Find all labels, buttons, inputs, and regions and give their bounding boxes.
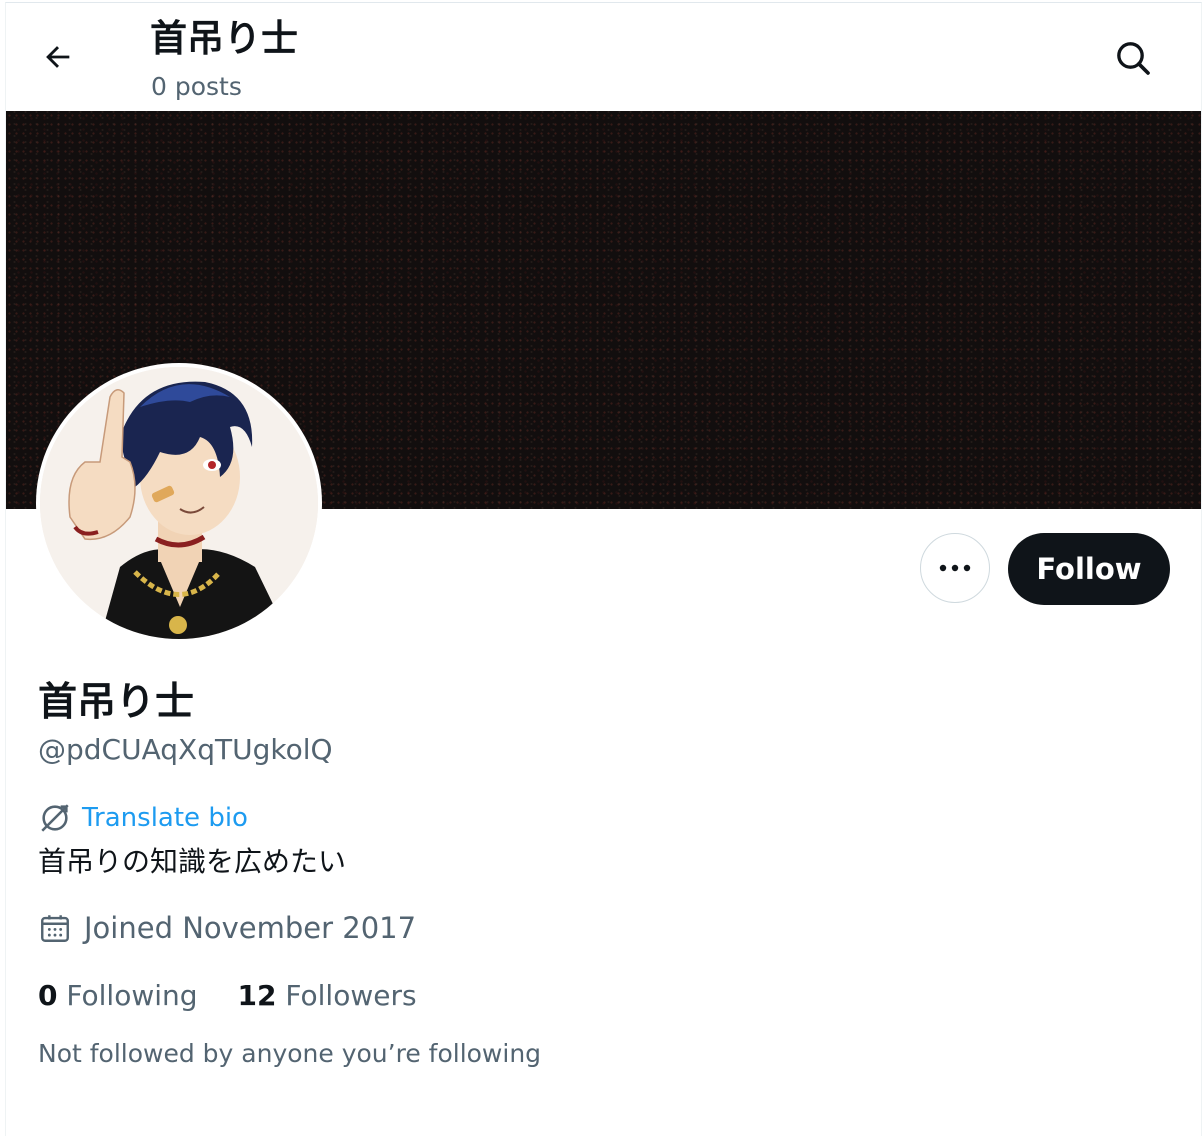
following-link[interactable]: 0 Following <box>38 976 198 1016</box>
translate-bio-link[interactable]: Translate bio <box>38 800 248 836</box>
followers-link[interactable]: 12 Followers <box>238 976 417 1016</box>
avatar-image <box>40 367 318 639</box>
translate-globe-icon <box>41 804 69 832</box>
not-followed-notice: Not followed by anyone you’re following <box>38 1039 542 1068</box>
more-options-button[interactable] <box>920 533 990 603</box>
calendar-icon <box>41 915 69 942</box>
user-handle: @pdCUAqXqTUgkolQ <box>38 733 333 766</box>
bio-text: 首吊りの知識を広めたい <box>38 845 347 878</box>
search-icon <box>1117 42 1150 75</box>
back-button[interactable] <box>30 32 86 82</box>
translate-bio-label: Translate bio <box>82 803 248 833</box>
arrow-left-icon <box>46 46 70 68</box>
follow-button[interactable]: Follow <box>1008 533 1170 605</box>
joined-date: Joined November 2017 <box>38 908 416 948</box>
follow-stats: 0 Following 12 Followers <box>38 976 417 1016</box>
header-title: 首吊り士 <box>150 17 298 60</box>
more-horizontal-icon <box>939 564 971 572</box>
posts-count: 0 posts <box>151 72 242 101</box>
joined-label: Joined November 2017 <box>84 911 417 945</box>
display-name: 首吊り士 <box>38 680 195 725</box>
following-count: 0 <box>38 979 58 1012</box>
followers-count: 12 <box>237 979 277 1012</box>
following-label: Following <box>66 979 198 1012</box>
followers-label: Followers <box>285 979 417 1012</box>
avatar[interactable] <box>36 363 322 643</box>
search-button[interactable] <box>1104 30 1162 86</box>
